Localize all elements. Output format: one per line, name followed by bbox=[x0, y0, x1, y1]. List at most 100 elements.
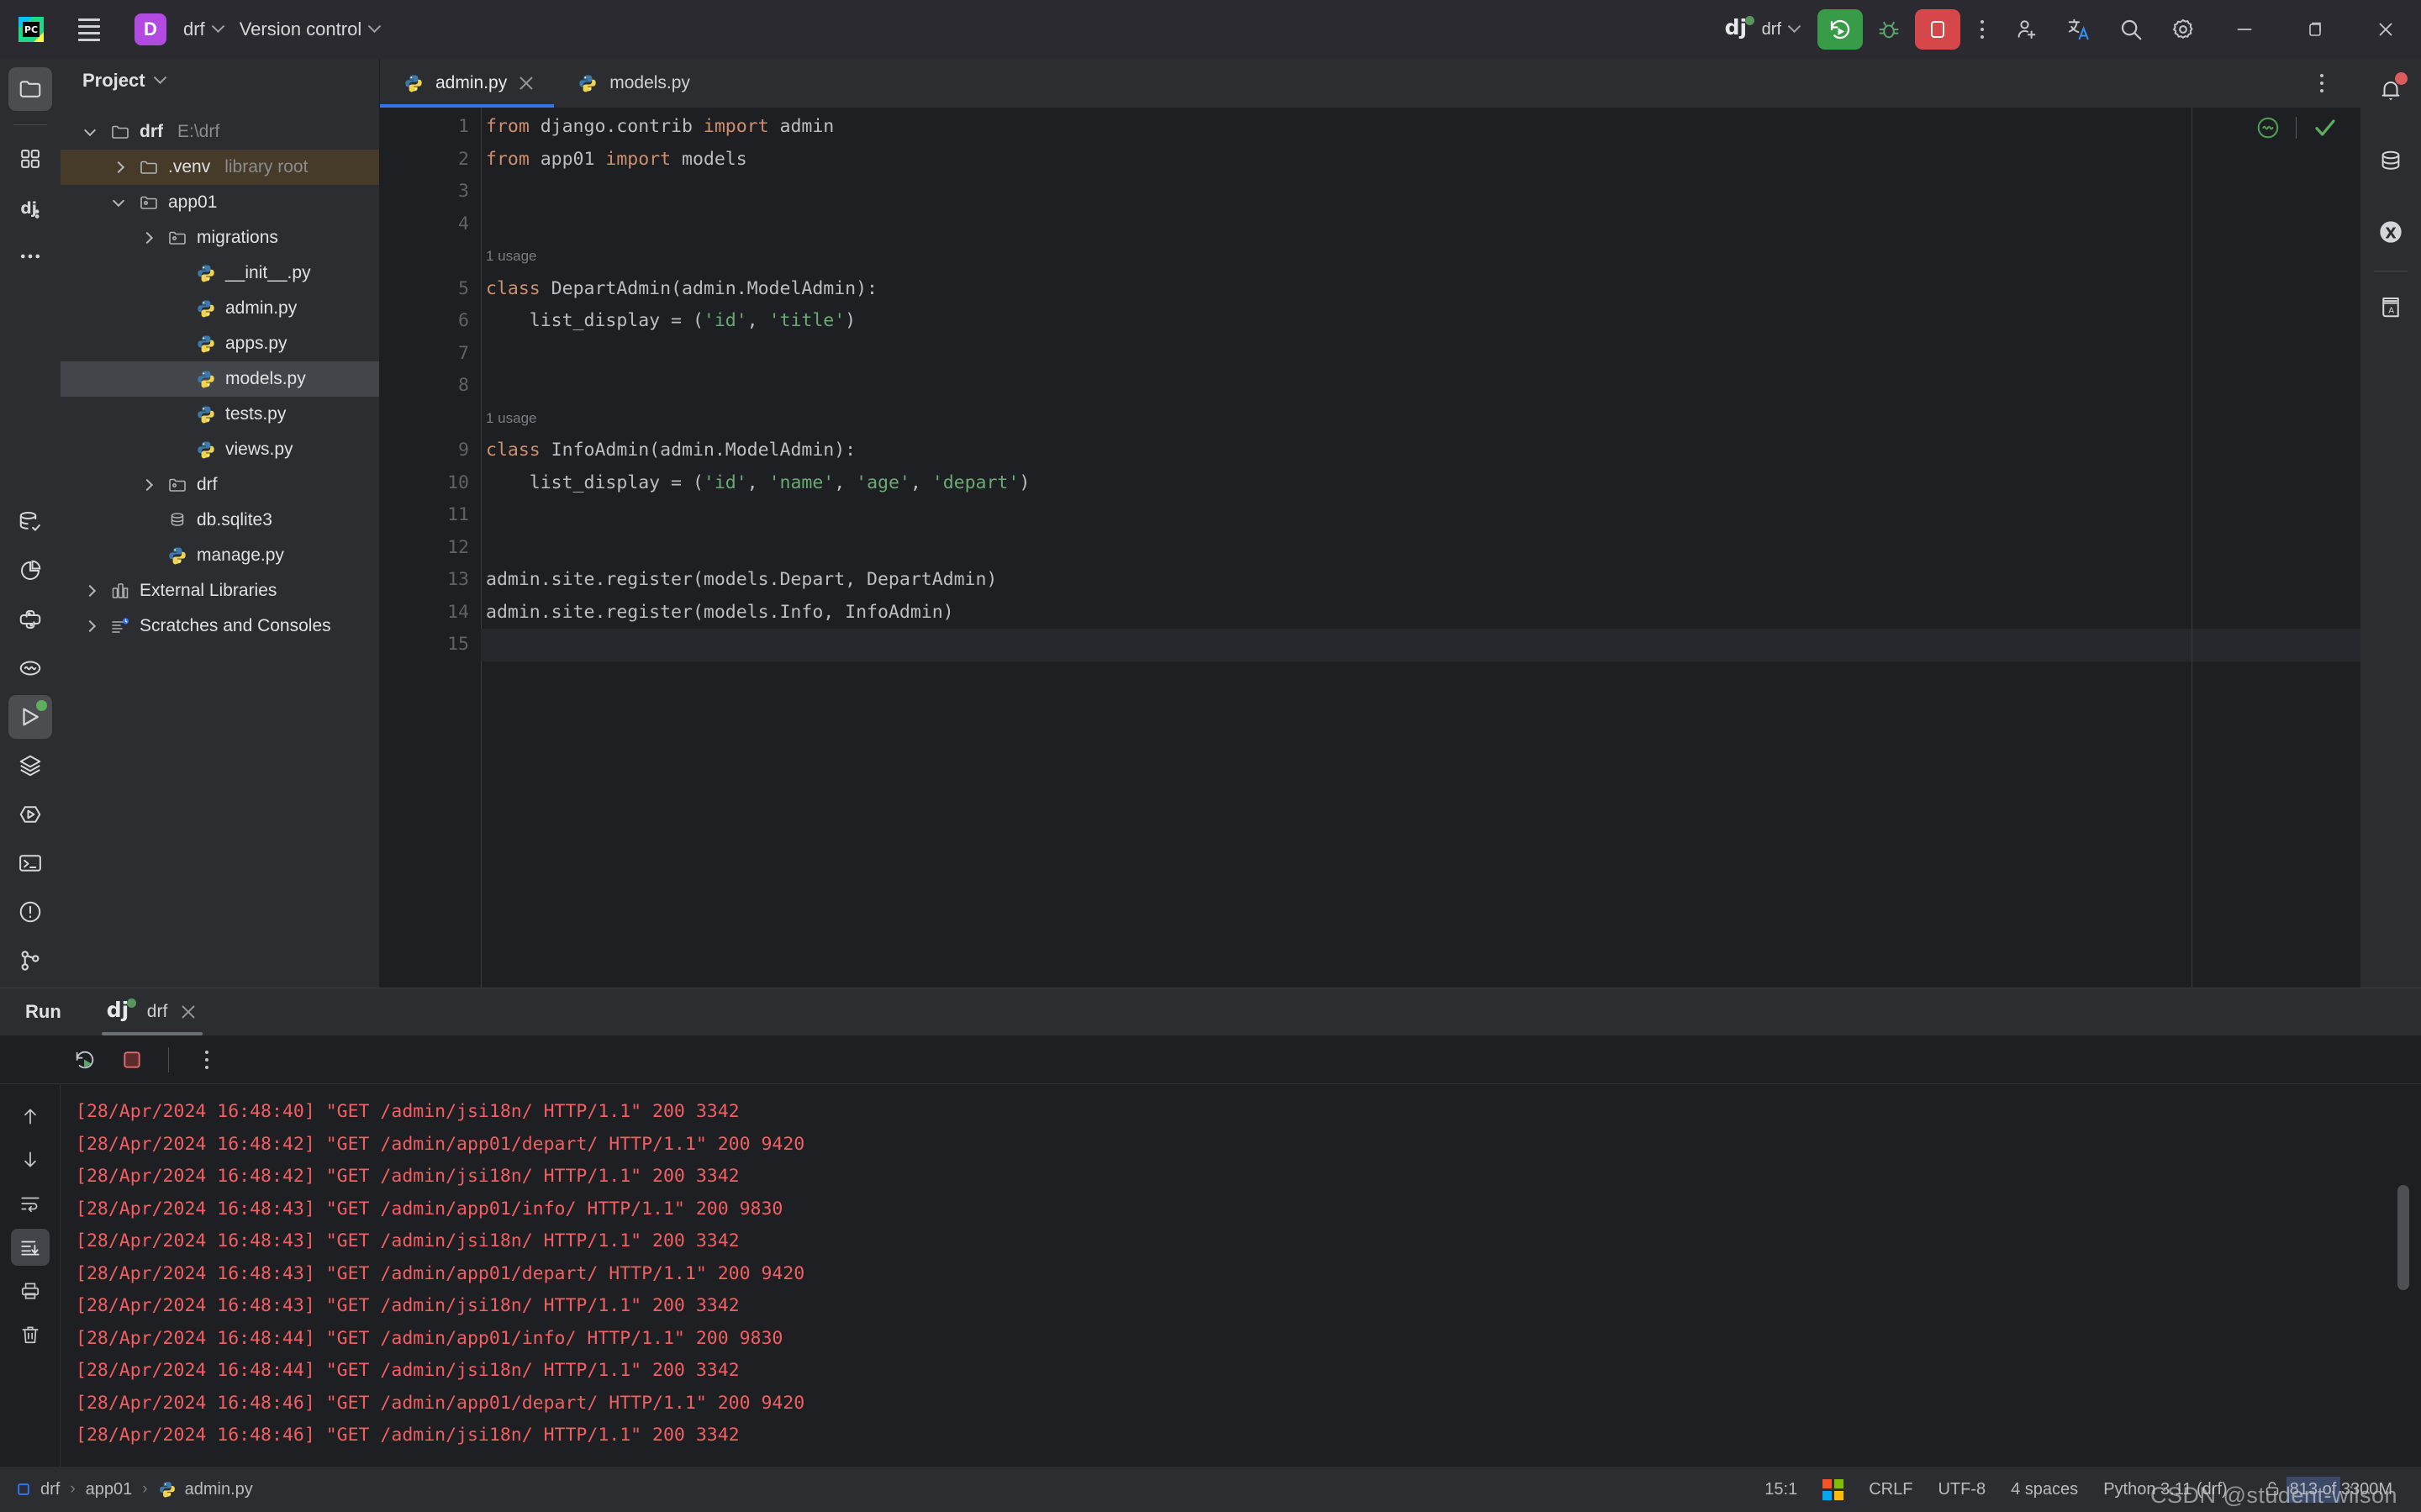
tree-item-scratches-and-consoles[interactable]: Scratches and Consoles bbox=[61, 608, 379, 644]
profiler-tool-icon[interactable] bbox=[8, 549, 52, 593]
project-name-dropdown[interactable]: drf bbox=[175, 13, 231, 45]
terminal-tool-icon[interactable] bbox=[8, 841, 52, 885]
print-icon[interactable] bbox=[11, 1272, 50, 1309]
chevron-right-icon[interactable] bbox=[79, 622, 101, 630]
structure-tool-icon[interactable] bbox=[8, 137, 52, 181]
version-control-tool-icon[interactable] bbox=[8, 939, 52, 983]
clear-all-icon[interactable] bbox=[11, 1316, 50, 1353]
console-output[interactable]: [28/Apr/2024 16:48:40] "GET /admin/jsi18… bbox=[61, 1084, 2421, 1467]
services-tool-icon[interactable] bbox=[8, 744, 52, 788]
scroll-to-end-icon[interactable] bbox=[11, 1229, 50, 1266]
tree-item-init-py[interactable]: __init__.py bbox=[61, 256, 379, 291]
more-tool-windows-icon[interactable] bbox=[8, 234, 52, 278]
python-interpreter[interactable]: Python 3.11 (drf) bbox=[2103, 1480, 2227, 1499]
chevron-down-icon[interactable] bbox=[108, 200, 129, 205]
code-line[interactable]: class InfoAdmin(admin.ModelAdmin): bbox=[481, 435, 2360, 467]
usage-hint[interactable]: 1 usage bbox=[481, 403, 2360, 435]
rerun-icon[interactable] bbox=[66, 1042, 104, 1077]
tree-item-migrations[interactable]: migrations bbox=[61, 220, 379, 256]
stop-icon[interactable] bbox=[113, 1042, 151, 1077]
django-tool-icon[interactable]: dj bbox=[8, 186, 52, 229]
tree-item-db-sqlite3[interactable]: db.sqlite3 bbox=[61, 503, 379, 538]
run-configuration-selector[interactable]: dj drf bbox=[1717, 13, 1807, 45]
editor-tab-models-py[interactable]: models.py bbox=[554, 59, 709, 108]
database-icon[interactable] bbox=[2369, 140, 2413, 183]
line-separator[interactable]: CRLF bbox=[1869, 1480, 1912, 1499]
editor-area[interactable]: 1234.5678.9101112131415 from django.cont… bbox=[380, 108, 2360, 988]
translate-icon[interactable] bbox=[2053, 7, 2105, 52]
editor-tab-options[interactable] bbox=[2300, 59, 2360, 108]
more-actions-icon[interactable] bbox=[2303, 63, 2340, 103]
file-encoding[interactable]: UTF-8 bbox=[1938, 1480, 1986, 1499]
close-icon[interactable] bbox=[517, 74, 535, 92]
console-scrollbar[interactable] bbox=[2397, 1185, 2409, 1290]
hamburger-menu-icon[interactable] bbox=[66, 10, 113, 49]
x-circle-icon[interactable]: X bbox=[2369, 210, 2413, 254]
tree-item-venv[interactable]: .venvlibrary root bbox=[61, 150, 379, 185]
sciview-tool-icon[interactable] bbox=[8, 646, 52, 690]
tree-item-models-py[interactable]: models.py bbox=[61, 361, 379, 397]
scroll-down-icon[interactable] bbox=[11, 1141, 50, 1178]
chevron-down-icon[interactable] bbox=[79, 129, 101, 134]
project-badge[interactable]: D bbox=[134, 13, 166, 45]
usage-hint[interactable]: 1 usage bbox=[481, 240, 2360, 273]
code-line[interactable]: list_display = ('id', 'name', 'age', 'de… bbox=[481, 467, 2360, 500]
breadcrumb-item-module[interactable]: drf bbox=[15, 1480, 60, 1499]
close-button[interactable] bbox=[2350, 0, 2421, 59]
minimize-button[interactable] bbox=[2209, 0, 2280, 59]
code-content[interactable]: from django.contrib import adminfrom app… bbox=[481, 108, 2360, 988]
tree-item-drf[interactable]: drf bbox=[61, 467, 379, 503]
stop-button[interactable] bbox=[1915, 9, 1960, 50]
tree-item-views-py[interactable]: views.py bbox=[61, 432, 379, 467]
chevron-right-icon[interactable] bbox=[79, 587, 101, 595]
code-line[interactable]: class DepartAdmin(admin.ModelAdmin): bbox=[481, 273, 2360, 306]
code-line[interactable] bbox=[481, 629, 2360, 661]
tree-item-manage-py[interactable]: manage.py bbox=[61, 538, 379, 573]
breadcrumb-item-package[interactable]: app01 bbox=[86, 1480, 133, 1499]
inspection-widget[interactable] bbox=[2255, 114, 2339, 141]
notifications-bell-icon[interactable] bbox=[2369, 69, 2413, 113]
tree-item-admin-py[interactable]: admin.py bbox=[61, 291, 379, 326]
maximize-button[interactable] bbox=[2280, 0, 2350, 59]
more-actions-icon[interactable] bbox=[186, 1042, 224, 1077]
chevron-right-icon[interactable] bbox=[136, 481, 158, 489]
code-line[interactable] bbox=[481, 370, 2360, 403]
add-account-icon[interactable] bbox=[2001, 7, 2053, 52]
search-icon[interactable] bbox=[2105, 7, 2157, 52]
code-line[interactable] bbox=[481, 176, 2360, 208]
soft-wrap-icon[interactable] bbox=[11, 1185, 50, 1222]
indent-setting[interactable]: 4 spaces bbox=[2011, 1480, 2078, 1499]
editor-tab-admin-py[interactable]: admin.py bbox=[380, 59, 554, 108]
more-actions-icon[interactable] bbox=[1964, 9, 2001, 50]
run-tool-icon[interactable] bbox=[8, 695, 52, 739]
breadcrumb-item-file[interactable]: admin.py bbox=[158, 1480, 253, 1499]
database-tool-icon[interactable] bbox=[8, 500, 52, 544]
chevron-right-icon[interactable] bbox=[108, 163, 129, 171]
tree-item-drf[interactable]: drfE:\drf bbox=[61, 114, 379, 150]
code-line[interactable] bbox=[481, 532, 2360, 565]
project-tool-icon[interactable] bbox=[8, 67, 52, 111]
caret-position[interactable]: 15:1 bbox=[1764, 1480, 1797, 1499]
code-line[interactable]: from app01 import models bbox=[481, 144, 2360, 176]
run-tab-drf[interactable]: dj drf bbox=[102, 988, 203, 1035]
code-line[interactable] bbox=[481, 499, 2360, 532]
version-control-dropdown[interactable]: Version control bbox=[231, 13, 388, 45]
memory-indicator[interactable]: 813 of 3300M bbox=[2253, 1477, 2403, 1503]
chevron-right-icon[interactable] bbox=[136, 234, 158, 242]
code-line[interactable]: admin.site.register(models.Info, InfoAdm… bbox=[481, 597, 2360, 630]
tree-item-external-libraries[interactable]: External Libraries bbox=[61, 573, 379, 608]
code-line[interactable] bbox=[481, 338, 2360, 371]
code-line[interactable]: list_display = ('id', 'title') bbox=[481, 305, 2360, 338]
code-line[interactable]: from django.contrib import admin bbox=[481, 111, 2360, 144]
tree-item-tests-py[interactable]: tests.py bbox=[61, 397, 379, 432]
python-console-icon[interactable] bbox=[8, 598, 52, 641]
problems-tool-icon[interactable] bbox=[8, 890, 52, 934]
settings-gear-icon[interactable] bbox=[2157, 7, 2209, 52]
tree-item-apps-py[interactable]: apps.py bbox=[61, 326, 379, 361]
close-icon[interactable] bbox=[179, 1003, 198, 1021]
rerun-button[interactable] bbox=[1817, 9, 1863, 50]
debug-button[interactable] bbox=[1868, 9, 1910, 50]
editor-gutter[interactable]: 1234.5678.9101112131415 bbox=[380, 108, 481, 988]
endpoints-tool-icon[interactable] bbox=[8, 793, 52, 836]
scroll-up-icon[interactable] bbox=[11, 1098, 50, 1135]
